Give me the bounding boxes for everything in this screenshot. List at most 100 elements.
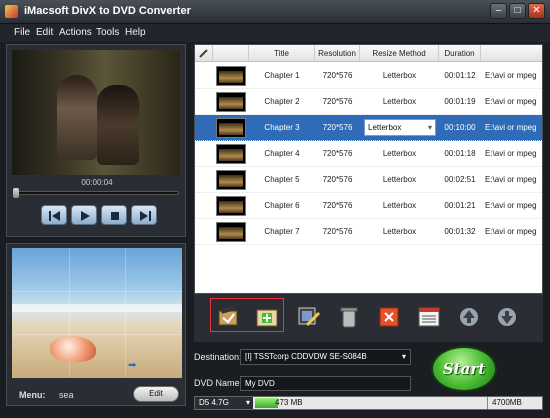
chapter-resize-method: Letterbox [382,97,417,106]
title-bar: iMacsoft DivX to DVD Converter – □ ✕ [0,0,550,24]
menu-tools[interactable]: Tools [96,27,119,38]
chapter-thumbnail [216,170,246,190]
chapter-title: Chapter 3 [264,123,300,132]
list-item[interactable]: Chapter 5 720*576 Letterbox 00:02:51 E:\avi … [195,167,542,193]
chapter-resolution: 720*576 [322,175,353,184]
destination-value: [I] TSSTcorp CDDVDW SE-S084B [245,352,367,361]
properties-icon [418,307,440,327]
seek-bar[interactable] [15,191,179,195]
disc-type-select[interactable]: D5 4.7G ▾ [195,397,253,409]
minimize-button[interactable]: – [490,3,507,19]
chapter-path: E:\avi or mpeg [485,149,537,158]
menu-next-arrow-icon[interactable]: ➡ [128,360,136,371]
stop-button[interactable] [101,205,127,225]
dvd-name-input[interactable]: My DVD [240,376,411,391]
duration-column-header[interactable]: Duration [439,45,481,62]
delete-button[interactable] [334,302,364,332]
thumbnail-scene [219,71,243,83]
resize-method-value: Letterbox [368,123,402,132]
stop-icon [111,212,119,220]
list-item[interactable]: Chapter 3 720*576 Letterbox ▾ 00:10:00 E:\avi… [195,115,542,141]
list-header: Title Resolution Resize Method Duration [195,45,542,62]
chapter-path: E:\avi or mpeg [485,201,537,210]
add-chapter-button[interactable] [252,302,282,332]
list-item[interactable]: Chapter 4 720*576 Letterbox 00:01:18 E:\avi … [195,141,542,167]
resize-column-header[interactable]: Resize Method [360,45,439,62]
add-video-button[interactable] [214,302,244,332]
chapter-resize-method: Letterbox [382,149,417,158]
maximize-button[interactable]: □ [509,3,526,19]
grid-line [12,291,182,292]
edit-menu-button[interactable]: Edit [133,386,179,402]
chapter-thumbnail [216,196,246,216]
list-item[interactable]: Chapter 1 720*576 Letterbox 00:01:12 E:\avi … [195,63,542,89]
move-up-button[interactable] [454,302,484,332]
chapter-title: Chapter 1 [264,71,300,80]
trash-icon [340,307,358,328]
move-down-button[interactable] [492,302,522,332]
chapter-resize-method: Letterbox [382,71,417,80]
list-item[interactable]: Chapter 7 720*576 Letterbox 00:01:32 E:\avi … [195,219,542,245]
list-item[interactable]: Chapter 2 720*576 Letterbox 00:01:19 E:\avi … [195,89,542,115]
window-title: iMacsoft DivX to DVD Converter [24,5,191,17]
start-button[interactable]: Start [431,346,497,392]
edit-video-button[interactable] [294,302,324,332]
thumbnail-scene [219,227,243,239]
chapter-resize-method: Letterbox [382,201,417,210]
previous-button[interactable] [41,205,67,225]
chapter-path: E:\avi or mpeg [485,175,537,184]
capacity-used-label: 473 MB [275,398,303,407]
menu-edit[interactable]: Edit [36,27,53,38]
path-column-header[interactable] [481,45,542,62]
close-button[interactable]: ✕ [528,3,545,19]
play-icon [81,211,90,221]
film-edit-icon [298,307,321,327]
pencil-icon [199,49,208,58]
menu-help[interactable]: Help [125,27,146,38]
thumbnail-column-header[interactable] [213,45,249,62]
next-button[interactable] [131,205,157,225]
chapter-thumbnail [216,144,246,164]
action-toolbar [194,294,543,342]
seashell-image [50,336,96,362]
video-figure-right [97,85,139,165]
chapter-duration: 00:01:21 [444,201,476,210]
chapter-duration: 00:01:18 [444,149,476,158]
playback-time: 00:00:04 [81,178,113,187]
destination-select[interactable]: [I] TSSTcorp CDDVDW SE-S084B ▾ [240,349,411,365]
video-figure-left [57,75,97,160]
chapter-duration: 00:02:51 [444,175,476,184]
resolution-column-header[interactable]: Resolution [315,45,360,62]
edit-column-header[interactable] [195,45,213,62]
chapter-path: E:\avi or mpeg [485,123,537,132]
list-item[interactable]: Chapter 6 720*576 Letterbox 00:01:21 E:\avi … [195,193,542,219]
menu-label: Menu: [19,390,46,400]
add-chapter-icon [256,309,278,327]
menu-actions[interactable]: Actions [59,27,92,38]
chapter-title: Chapter 5 [264,175,300,184]
chapter-title: Chapter 6 [264,201,300,210]
clear-all-button[interactable] [374,302,404,332]
chapter-duration: 00:10:00 [444,123,476,132]
capacity-divider [487,397,488,409]
disc-type-value: D5 4.7G [199,398,229,407]
chapter-path: E:\avi or mpeg [485,227,537,236]
thumbnail-scene [219,149,243,161]
play-button[interactable] [71,205,97,225]
properties-button[interactable] [414,302,444,332]
chapter-resize-method: Letterbox [382,227,417,236]
thumbnail-scene [219,123,243,135]
thumbnail-scene [219,97,243,109]
seek-handle[interactable] [13,188,19,198]
menu-file[interactable]: File [14,27,30,38]
skip-forward-icon [140,211,151,221]
destination-label: Destination: [194,352,242,362]
arrow-down-icon [498,308,516,326]
resize-method-select[interactable]: Letterbox ▾ [364,119,436,136]
skip-back-icon [49,211,60,221]
add-video-icon [218,305,238,326]
chapter-resolution: 720*576 [322,123,353,132]
chapter-resolution: 720*576 [322,71,353,80]
title-column-header[interactable]: Title [249,45,315,62]
menu-value: sea [59,390,74,400]
